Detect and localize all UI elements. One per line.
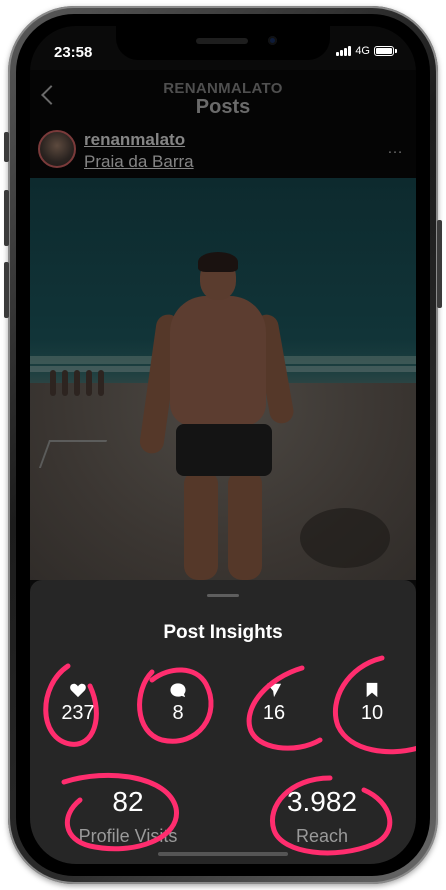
volume-down-button	[4, 262, 9, 318]
likes-metric: 237	[48, 682, 108, 725]
phone-screen: 23:58 4G RENANMALATO Posts renanmalato P…	[30, 26, 416, 864]
insights-panel: Post Insights 237 8 16 10 82 Profile Vis…	[30, 580, 416, 864]
comment-icon	[170, 683, 186, 698]
comments-metric: 8	[148, 682, 208, 725]
reach-stat: 3.982 Reach	[250, 786, 394, 847]
image-person-leg	[184, 470, 218, 580]
reach-value: 3.982	[286, 786, 358, 817]
volume-up-button	[4, 190, 9, 246]
signal-icon	[336, 46, 352, 56]
status-time: 23:58	[54, 44, 93, 61]
profile-visits-value: 82	[112, 786, 144, 817]
shares-metric: 16	[244, 682, 304, 725]
speaker-grille	[196, 38, 248, 44]
image-person-torso	[170, 296, 266, 426]
reach-label: Reach	[295, 826, 349, 846]
sheet-grabber[interactable]	[207, 594, 239, 597]
saves-metric: 10	[342, 682, 402, 725]
app-header: RENANMALATO Posts	[30, 70, 416, 122]
power-button	[437, 220, 442, 308]
post-header: renanmalato Praia da Barra …	[30, 122, 416, 178]
image-person-shorts	[176, 424, 272, 476]
page-title: Posts	[195, 96, 251, 118]
profile-visits-label: Profile Visits	[78, 826, 178, 846]
avatar[interactable]	[38, 130, 76, 168]
shares-count: 16	[262, 702, 286, 724]
notch	[116, 26, 330, 60]
insights-title: Post Insights	[163, 622, 283, 643]
post-image[interactable]	[30, 178, 416, 580]
post-username-link[interactable]: renanmalato	[84, 130, 185, 150]
image-beach-chair	[38, 440, 108, 468]
image-shadow	[300, 508, 390, 568]
image-person-hair	[198, 252, 238, 272]
battery-icon	[374, 46, 397, 56]
image-background-people	[48, 366, 108, 396]
network-label: 4G	[355, 45, 370, 57]
header-username: RENANMALATO	[163, 80, 283, 97]
home-indicator[interactable]	[158, 852, 288, 856]
more-options-icon[interactable]: …	[387, 140, 404, 158]
share-icon	[266, 683, 282, 698]
bookmark-icon	[366, 682, 378, 698]
profile-visits-stat: 82 Profile Visits	[60, 786, 196, 847]
comments-count: 8	[172, 702, 184, 724]
front-camera-icon	[268, 36, 277, 45]
likes-count: 237	[61, 702, 95, 724]
saves-count: 10	[360, 702, 384, 724]
heart-icon	[70, 683, 86, 698]
silent-switch	[4, 132, 9, 162]
image-person-leg	[228, 470, 262, 580]
post-location-link[interactable]: Praia da Barra	[84, 152, 194, 172]
status-indicators: 4G	[336, 45, 397, 57]
